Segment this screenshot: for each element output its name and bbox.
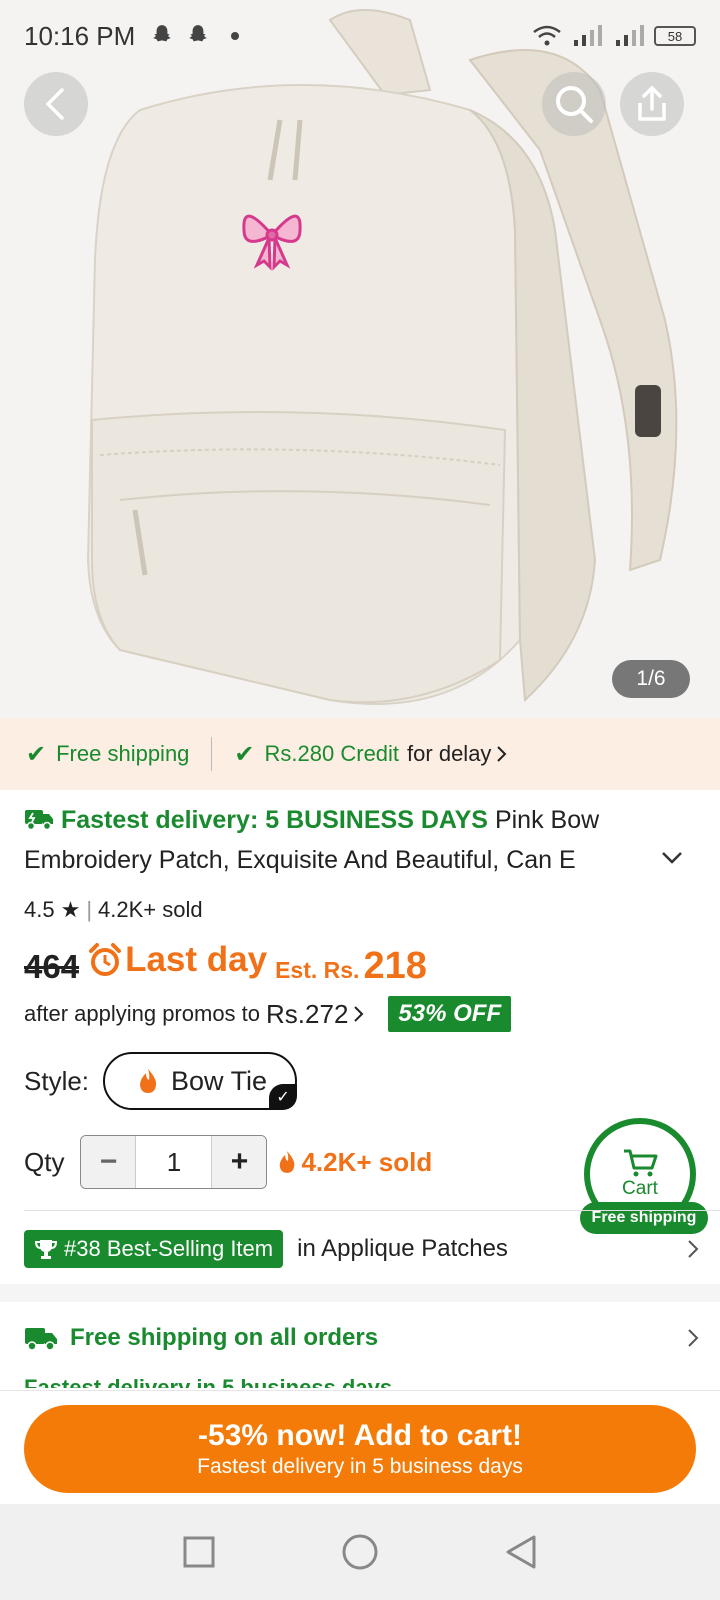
best-selling-badge: #38 Best-Selling Item xyxy=(24,1230,284,1268)
cart-button[interactable]: Cart Free shipping xyxy=(580,1118,708,1234)
style-label: Style: xyxy=(24,1065,90,1096)
chevron-right-icon xyxy=(497,746,507,762)
chevron-right-icon xyxy=(354,1006,364,1022)
promo-text: after applying promos to xyxy=(24,1001,261,1026)
style-option-label: Bow Tie xyxy=(171,1065,268,1096)
cart-label: Cart xyxy=(622,1178,658,1199)
promo-row[interactable]: after applying promos to Rs.272 53% OFF xyxy=(24,996,512,1032)
back-icon[interactable] xyxy=(504,1534,538,1570)
share-button[interactable] xyxy=(620,72,684,136)
rating-row[interactable]: 4.5 ★ | 4.2K+ sold xyxy=(24,897,203,923)
delivery-truck-icon xyxy=(25,810,53,831)
free-shipping-label: Free shipping xyxy=(56,741,190,766)
last-day-label: Last day xyxy=(87,940,267,980)
snapchat-icon xyxy=(153,25,171,42)
dot-icon xyxy=(231,32,240,40)
wifi-icon xyxy=(533,25,561,46)
alarm-clock-icon xyxy=(89,943,122,976)
shipping-strip[interactable]: ✔ Free shipping ✔ Rs.280 Credit for dela… xyxy=(0,718,720,790)
promo-price: Rs.272 xyxy=(266,998,349,1029)
best-selling-category: in Applique Patches xyxy=(297,1235,508,1262)
style-row: Style: Bow Tie ✓ xyxy=(24,1052,298,1110)
flame-icon xyxy=(280,1151,295,1173)
product-title: Fastest delivery: 5 BUSINESS DAYS Pink B… xyxy=(24,800,644,880)
qty-sold: 4.2K+ sold xyxy=(277,1147,432,1178)
status-time: 10:16 PM xyxy=(24,20,136,51)
share-icon xyxy=(638,85,666,121)
gallery-counter: 1/6 xyxy=(612,660,690,698)
price-row: 464 Last day Est. Rs. 218 xyxy=(24,940,427,988)
chevron-right-icon xyxy=(688,1240,699,1258)
free-shipping-subtitle: Fastest delivery in 5 business days xyxy=(24,1375,393,1388)
free-shipping-title: Free shipping on all orders xyxy=(70,1324,379,1351)
best-selling-text: #38 Best-Selling Item xyxy=(64,1236,274,1261)
increase-button[interactable]: + xyxy=(212,1136,267,1188)
credit-label: Rs.280 Credit xyxy=(264,741,400,766)
snapchat-icon xyxy=(189,25,207,42)
check-icon: ✔ xyxy=(26,740,47,768)
est-label: Est. Rs. xyxy=(275,957,360,983)
fastest-delivery-label: Fastest delivery: 5 BUSINESS DAYS xyxy=(60,806,488,834)
battery-icon: 58 xyxy=(654,26,696,46)
star-icon: ★ xyxy=(60,897,81,922)
divider xyxy=(24,1210,720,1211)
search-button[interactable] xyxy=(542,72,606,136)
status-bar: 10:16 PM 58 xyxy=(0,0,720,72)
sold-count: 4.2K+ sold xyxy=(98,897,203,922)
delivery-truck-icon xyxy=(25,1328,57,1351)
divider: | xyxy=(86,897,93,922)
rating-value: 4.5 xyxy=(24,897,55,922)
discount-badge: 53% OFF xyxy=(388,996,512,1032)
quantity-stepper: − 1 + xyxy=(80,1135,268,1189)
product-image[interactable] xyxy=(0,0,720,718)
qty-sold-text: 4.2K+ sold xyxy=(301,1146,433,1177)
chevron-right-icon xyxy=(688,1329,699,1347)
chevron-down-icon[interactable] xyxy=(660,850,684,866)
best-selling-row[interactable]: #38 Best-Selling Item in Applique Patche… xyxy=(24,1230,700,1268)
bottom-action-bar: -53% now! Add to cart! Fastest delivery … xyxy=(0,1390,720,1504)
free-shipping-section[interactable]: Free shipping on all orders xyxy=(24,1324,700,1352)
last-day-text: Last day xyxy=(125,940,268,979)
quantity-value[interactable]: 1 xyxy=(135,1136,213,1188)
signal-icon xyxy=(574,25,602,46)
style-option-bow-tie[interactable]: Bow Tie ✓ xyxy=(103,1052,298,1110)
add-to-cart-sublabel: Fastest delivery in 5 business days xyxy=(197,1455,523,1478)
divider xyxy=(211,737,213,771)
chevron-left-icon xyxy=(45,88,64,120)
trophy-icon xyxy=(34,1240,58,1259)
check-icon: ✔ xyxy=(234,740,255,768)
add-to-cart-label: -53% now! Add to cart! xyxy=(198,1419,522,1452)
signal-icon xyxy=(616,25,644,46)
decrease-button[interactable]: − xyxy=(81,1136,136,1188)
add-to-cart-button[interactable]: -53% now! Add to cart! Fastest delivery … xyxy=(24,1405,696,1493)
qty-label: Qty xyxy=(24,1146,65,1177)
search-icon xyxy=(556,86,593,123)
flame-icon xyxy=(140,1069,157,1093)
back-button[interactable] xyxy=(24,72,88,136)
original-price: 464 xyxy=(24,948,80,985)
section-separator xyxy=(0,1284,720,1302)
system-nav-bar xyxy=(0,1504,720,1600)
check-icon: ✓ xyxy=(269,1084,298,1110)
qty-row: Qty − 1 + 4.2K+ sold xyxy=(24,1135,432,1189)
backpack-illustration xyxy=(86,9,678,705)
recents-icon[interactable] xyxy=(182,1535,216,1569)
cart-icon xyxy=(624,1149,658,1177)
credit-suffix: for delay xyxy=(407,741,492,766)
home-icon[interactable] xyxy=(341,1533,379,1571)
est-price: 218 xyxy=(363,945,427,987)
